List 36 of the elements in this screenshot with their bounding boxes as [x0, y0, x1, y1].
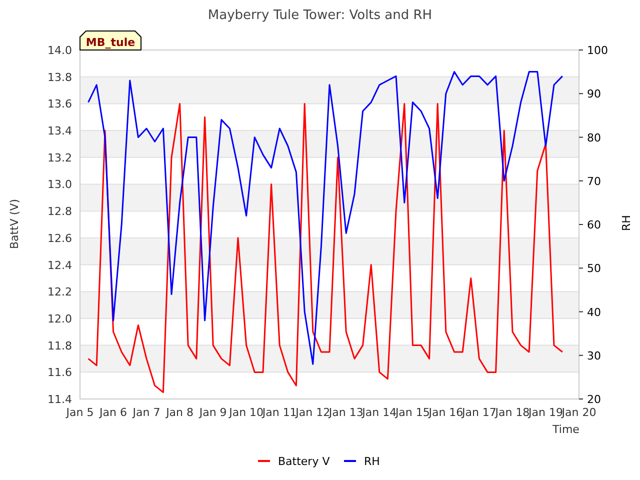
tick-label: 13.6 — [48, 98, 72, 111]
axis-label: BattV (V) — [8, 198, 21, 250]
tick-label: 12.2 — [48, 286, 72, 299]
tick-label: 12.8 — [48, 205, 72, 218]
tick-label: 12.0 — [48, 312, 72, 326]
legend-label: RH — [364, 455, 380, 468]
tick-label: 90 — [587, 88, 601, 101]
tick-label: 11.8 — [48, 339, 72, 352]
station-tag: MB_tule — [80, 30, 142, 50]
tick-label: 70 — [587, 174, 601, 188]
tick-label: 60 — [587, 218, 601, 232]
tick-label: 11.4 — [48, 393, 72, 406]
chart-title: Mayberry Tule Tower: Volts and RH — [208, 8, 432, 24]
tick-label: 80 — [587, 131, 601, 144]
axis-label: Time — [552, 423, 580, 436]
tick-label: 20 — [587, 393, 601, 406]
tick-label: Jan 5 — [66, 406, 94, 419]
tick-label: 14.0 — [48, 44, 72, 57]
tick-label: 40 — [587, 306, 601, 319]
tick-label: 13.8 — [48, 70, 72, 84]
tick-label: 11.6 — [48, 366, 72, 380]
tick-label: Jan 6 — [100, 406, 127, 419]
tick-label: 13.2 — [48, 151, 72, 164]
tick-label: 12.6 — [48, 232, 72, 245]
tick-label: 13.0 — [48, 178, 72, 192]
tick-label: 50 — [587, 262, 601, 276]
tick-label: 30 — [587, 349, 601, 362]
tick-label: Jan 20 — [562, 406, 596, 419]
tick-label: 12.4 — [48, 258, 72, 272]
tick-label: Jan 7 — [132, 406, 160, 419]
tick-label: Jan 9 — [199, 406, 227, 419]
tick-label: 100 — [587, 44, 608, 57]
tick-label: 13.4 — [48, 124, 72, 138]
legend-label: Battery V — [278, 455, 330, 468]
tick-label: Jan 8 — [166, 406, 194, 419]
axis-label: RH — [620, 215, 633, 231]
